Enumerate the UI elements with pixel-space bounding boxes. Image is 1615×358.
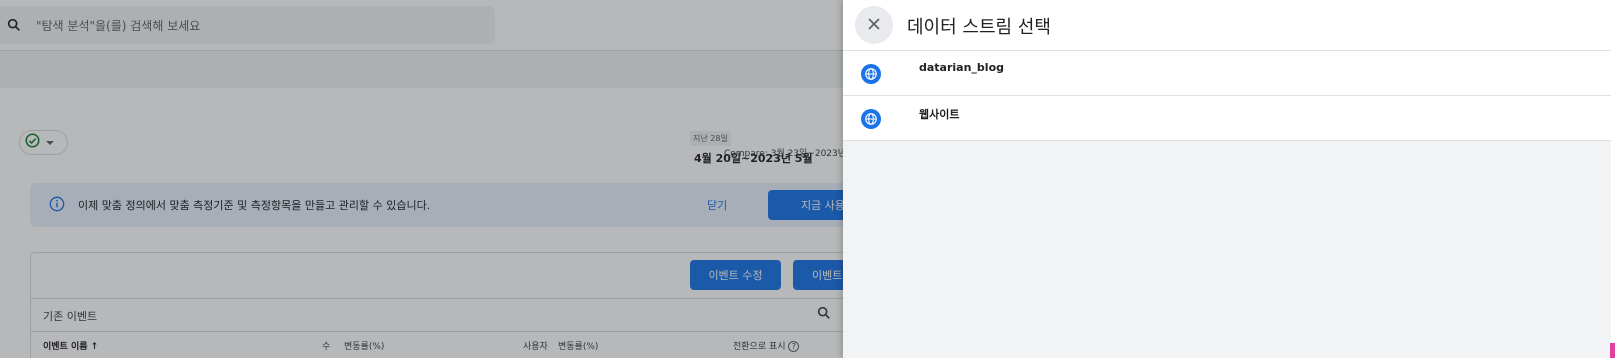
stream-row[interactable]: 웹사이트 — [843, 96, 1615, 141]
globe-icon — [861, 109, 881, 129]
drawer-title: 데이터 스트림 선택 — [907, 17, 1051, 38]
drawer-edge — [1611, 0, 1615, 358]
data-stream-drawer: 데이터 스트림 선택 datarian_blog 웹사이트 — [843, 0, 1615, 358]
stream-name: datarian_blog — [919, 61, 1005, 74]
drawer-header: 데이터 스트림 선택 — [843, 0, 1615, 51]
corner-indicator — [1610, 343, 1615, 358]
globe-icon — [861, 64, 881, 84]
stream-row[interactable]: datarian_blog — [843, 51, 1615, 96]
modal-scrim[interactable] — [0, 0, 843, 358]
stream-name: 웹사이트 — [919, 108, 960, 121]
close-button[interactable] — [855, 6, 893, 44]
close-icon — [867, 16, 881, 35]
